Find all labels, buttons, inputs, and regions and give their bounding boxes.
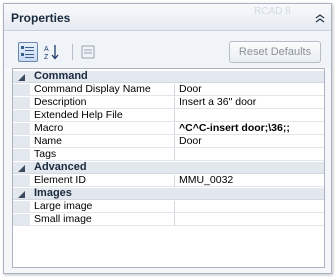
property-row[interactable]: Name Door xyxy=(13,135,324,148)
background-ghost-text: RCAD 8 xyxy=(254,6,291,17)
property-row[interactable]: Large image xyxy=(13,200,324,213)
property-value[interactable]: Insert a 36" door xyxy=(179,96,323,108)
property-name: Small image xyxy=(34,213,92,225)
property-row[interactable]: Command Display Name Door xyxy=(13,83,324,96)
property-row-macro[interactable]: Macro ^C^C-insert door;\36;; xyxy=(13,122,324,135)
property-pages-icon xyxy=(81,45,95,59)
category-advanced[interactable]: Advanced xyxy=(13,161,324,174)
property-name: Command Display Name xyxy=(34,83,151,95)
panel-title: Properties xyxy=(11,11,71,25)
categorized-icon xyxy=(21,46,34,58)
property-row[interactable]: Element ID MMU_0032 xyxy=(13,174,324,187)
property-value[interactable] xyxy=(179,148,323,160)
collapse-icon[interactable] xyxy=(315,14,325,24)
svg-text:Z: Z xyxy=(44,54,49,61)
property-name: Macro xyxy=(34,122,64,134)
toolbar-separator xyxy=(72,44,73,60)
sort-alphabetical-icon: A Z xyxy=(44,45,59,61)
svg-text:A: A xyxy=(44,46,49,53)
property-value[interactable]: ^C^C-insert door;\36;; xyxy=(179,122,323,134)
property-value[interactable] xyxy=(179,213,323,225)
property-value[interactable]: Door xyxy=(179,83,323,95)
property-name: Large image xyxy=(34,200,93,212)
collapse-triangle-icon[interactable] xyxy=(18,165,25,172)
reset-defaults-button[interactable]: Reset Defaults xyxy=(229,41,321,63)
property-name: Name xyxy=(34,135,63,147)
property-value[interactable]: MMU_0032 xyxy=(179,174,323,186)
property-value[interactable]: Door xyxy=(179,135,323,147)
category-label: Images xyxy=(34,187,72,199)
collapse-triangle-icon[interactable] xyxy=(18,191,25,198)
properties-toolbar: A Z Reset Defaults xyxy=(4,32,331,68)
category-label: Command xyxy=(34,70,88,82)
property-name: Description xyxy=(34,96,87,108)
property-grid: Command Command Display Name Door Descri… xyxy=(12,68,325,268)
category-command[interactable]: Command xyxy=(13,70,324,83)
panel-titlebar: Properties RCAD 8 xyxy=(4,4,331,31)
property-pages-button[interactable] xyxy=(78,42,98,62)
property-row[interactable]: Description Insert a 36" door xyxy=(13,96,324,109)
collapse-triangle-icon[interactable] xyxy=(18,74,25,81)
property-value[interactable] xyxy=(179,200,323,212)
property-name: Extended Help File xyxy=(34,109,123,121)
categorized-button[interactable] xyxy=(18,42,38,62)
property-name: Element ID xyxy=(34,174,86,186)
alphabetical-button[interactable]: A Z xyxy=(42,42,62,62)
property-name: Tags xyxy=(34,148,57,160)
property-value[interactable] xyxy=(179,109,323,121)
property-row[interactable]: Small image xyxy=(13,213,324,226)
category-label: Advanced xyxy=(34,161,87,173)
properties-panel: Properties RCAD 8 A Z Reset Defaults Com… xyxy=(3,3,332,274)
category-images[interactable]: Images xyxy=(13,187,324,200)
property-row[interactable]: Extended Help File xyxy=(13,109,324,122)
property-row[interactable]: Tags xyxy=(13,148,324,161)
